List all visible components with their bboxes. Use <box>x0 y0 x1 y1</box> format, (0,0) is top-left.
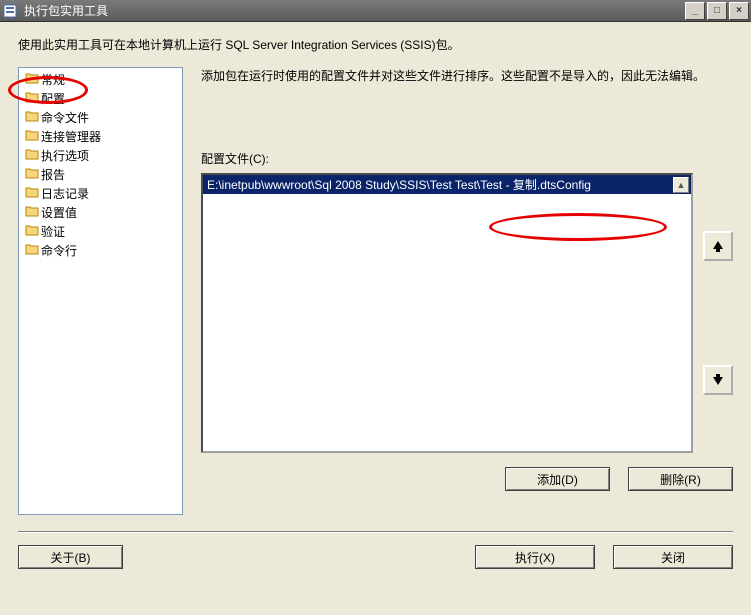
tree-item-9[interactable]: 命令行 <box>21 241 180 260</box>
config-files-listbox[interactable]: E:\inetpub\wwwroot\Sql 2008 Study\SSIS\T… <box>201 173 693 453</box>
folder-icon <box>25 166 41 183</box>
titlebar: 执行包实用工具 _ □ × <box>0 0 751 22</box>
page-description: 添加包在运行时使用的配置文件并对这些文件进行排序。这些配置不是导入的，因此无法编… <box>201 67 733 86</box>
move-up-button[interactable] <box>703 231 733 261</box>
tree-item-4[interactable]: 执行选项 <box>21 146 180 165</box>
config-file-item[interactable]: E:\inetpub\wwwroot\Sql 2008 Study\SSIS\T… <box>203 175 691 194</box>
folder-icon <box>25 204 41 221</box>
move-down-button[interactable] <box>703 365 733 395</box>
config-files-label: 配置文件(C): <box>201 150 733 167</box>
maximize-button[interactable]: □ <box>707 2 727 20</box>
scrollbar-up[interactable]: ▲ <box>673 177 689 193</box>
tree-item-1[interactable]: 配置 <box>21 89 180 108</box>
add-button[interactable]: 添加(D) <box>505 467 610 491</box>
app-icon <box>2 3 18 19</box>
folder-icon <box>25 109 41 126</box>
footer-buttons: 关于(B) 执行(X) 关闭 <box>18 545 733 569</box>
folder-icon <box>25 147 41 164</box>
right-pane: 添加包在运行时使用的配置文件并对这些文件进行排序。这些配置不是导入的，因此无法编… <box>201 67 733 515</box>
close-button[interactable]: × <box>729 2 749 20</box>
tree-item-0[interactable]: 常规 <box>21 70 180 89</box>
tree-item-7[interactable]: 设置值 <box>21 203 180 222</box>
folder-icon <box>25 242 41 259</box>
folder-icon <box>25 128 41 145</box>
main-area: 常规配置命令文件连接管理器执行选项报告日志记录设置值验证命令行 添加包在运行时使… <box>18 67 733 515</box>
tree-item-label: 设置值 <box>41 204 77 221</box>
tree-item-label: 连接管理器 <box>41 128 101 145</box>
dialog-description: 使用此实用工具可在本地计算机上运行 SQL Server Integration… <box>18 36 733 53</box>
window-title: 执行包实用工具 <box>24 2 683 19</box>
tree-item-8[interactable]: 验证 <box>21 222 180 241</box>
tree-item-label: 常规 <box>41 71 65 88</box>
folder-icon <box>25 90 41 107</box>
tree-item-label: 验证 <box>41 223 65 240</box>
tree-item-label: 报告 <box>41 166 65 183</box>
tree-item-2[interactable]: 命令文件 <box>21 108 180 127</box>
reorder-buttons <box>703 173 733 453</box>
tree-item-label: 执行选项 <box>41 147 89 164</box>
nav-tree[interactable]: 常规配置命令文件连接管理器执行选项报告日志记录设置值验证命令行 <box>18 67 183 515</box>
tree-item-label: 命令行 <box>41 242 77 259</box>
divider <box>18 531 733 533</box>
tree-item-label: 日志记录 <box>41 185 89 202</box>
folder-icon <box>25 185 41 202</box>
execute-button[interactable]: 执行(X) <box>475 545 595 569</box>
remove-button[interactable]: 删除(R) <box>628 467 733 491</box>
tree-item-label: 配置 <box>41 90 65 107</box>
dialog-content: 使用此实用工具可在本地计算机上运行 SQL Server Integration… <box>0 22 751 615</box>
listbox-area: E:\inetpub\wwwroot\Sql 2008 Study\SSIS\T… <box>201 173 733 453</box>
folder-icon <box>25 223 41 240</box>
about-button[interactable]: 关于(B) <box>18 545 123 569</box>
tree-item-3[interactable]: 连接管理器 <box>21 127 180 146</box>
tree-item-6[interactable]: 日志记录 <box>21 184 180 203</box>
window-controls: _ □ × <box>683 2 749 20</box>
folder-icon <box>25 71 41 88</box>
tree-item-5[interactable]: 报告 <box>21 165 180 184</box>
listbox-buttons: 添加(D) 删除(R) <box>201 467 733 491</box>
minimize-button[interactable]: _ <box>685 2 705 20</box>
tree-item-label: 命令文件 <box>41 109 89 126</box>
close-dialog-button[interactable]: 关闭 <box>613 545 733 569</box>
